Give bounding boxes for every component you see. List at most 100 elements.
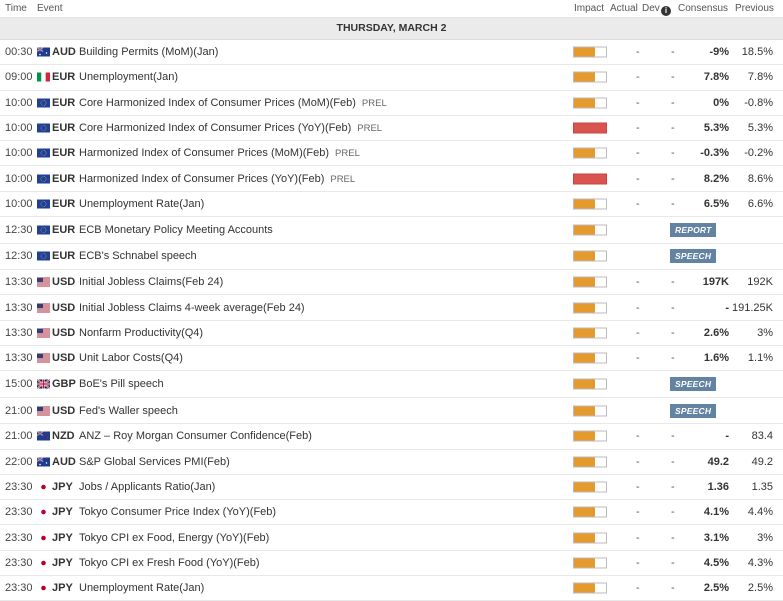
table-row[interactable]: 09:00 EUR Unemployment(Jan) - - 7.8% 7.8%	[0, 65, 783, 91]
impact-bar-medium	[573, 506, 607, 518]
gb-flag-icon	[37, 379, 50, 389]
event-time: 23:30	[5, 506, 33, 519]
speech-tag[interactable]: SPEECH	[670, 403, 717, 418]
event-name-link[interactable]: Core Harmonized Index of Consumer Prices…	[79, 97, 387, 109]
impact-bar-high	[573, 173, 607, 185]
currency-code: USD	[52, 301, 76, 314]
previous-value: 3%	[757, 531, 773, 544]
it-flag-icon	[37, 72, 50, 82]
currency-code: JPY	[52, 481, 73, 493]
currency-code: EUR	[52, 96, 76, 109]
table-row[interactable]: 10:00 EUR Core Harmonized Index of Consume…	[0, 90, 783, 116]
table-row[interactable]: 13:30 USD Nonfarm Productivity(Q4) - - 2.6% 3%	[0, 320, 783, 346]
event-name-link[interactable]: ECB Monetary Policy Meeting Accounts	[79, 224, 273, 236]
event-name-link[interactable]: Unemployment(Jan)	[79, 71, 178, 83]
currency-code: NZD	[52, 430, 75, 443]
table-row[interactable]: 23:30 JPY Tokyo Consumer Price Index (YoY)…	[0, 500, 783, 526]
us-flag-icon	[37, 277, 50, 287]
eu-flag-icon	[37, 251, 50, 261]
previous-value: 5.3%	[747, 122, 773, 135]
impact-bar-medium	[573, 46, 607, 58]
actual-value: -	[636, 147, 640, 160]
previous-value: 1.35	[751, 481, 773, 493]
event-time: 10:00	[5, 122, 33, 135]
event-time: 13:30	[5, 301, 33, 314]
event-name-link[interactable]: Building Permits (MoM)(Jan)	[79, 46, 218, 58]
table-row[interactable]: 10:00 EUR Unemployment Rate(Jan) - - 6.5% 6.6%	[0, 191, 783, 218]
event-time: 12:30	[5, 250, 33, 263]
us-flag-icon	[37, 303, 50, 313]
event-name: Fed's Waller speech	[79, 404, 178, 417]
event-name-link[interactable]: Tokyo CPI ex Fresh Food (YoY)(Feb)	[79, 557, 260, 569]
table-row[interactable]: 13:30 USD Initial Jobless Claims(Feb 24) - -…	[0, 270, 783, 296]
event-name-link[interactable]: Unit Labor Costs(Q4)	[79, 352, 183, 364]
dev-value: -	[671, 71, 675, 84]
event-name-link[interactable]: Harmonized Index of Consumer Prices (MoM…	[79, 147, 360, 159]
table-row[interactable]: 00:30 AUD Building Permits (MoM)(Jan) - - -9%…	[0, 40, 783, 66]
consensus-value: 4.5%	[703, 556, 729, 569]
jp-flag-icon	[37, 507, 50, 517]
impact-bar-high	[573, 122, 607, 134]
event-name-link[interactable]: Jobs / Applicants Ratio(Jan)	[79, 481, 215, 493]
dev-value: -	[671, 556, 675, 569]
event-name-link[interactable]: Initial Jobless Claims 4-week average(Fe…	[79, 302, 305, 314]
event-name-link[interactable]: S&P Global Services PMI(Feb)	[79, 456, 230, 468]
event-name-link[interactable]: Unemployment Rate(Jan)	[79, 582, 204, 594]
impact-bar-medium	[573, 557, 607, 569]
event-name-link[interactable]: Tokyo CPI ex Food, Energy (YoY)(Feb)	[79, 532, 269, 544]
table-row[interactable]: 23:30 JPY Unemployment Rate(Jan) - - 2.5% 2.5%	[0, 576, 783, 601]
event-name-link[interactable]: BoE's Pill speech	[79, 378, 164, 390]
table-row[interactable]: 22:00 AUD S&P Global Services PMI(Feb) - - 49…	[0, 449, 783, 475]
currency-code: EUR	[52, 122, 76, 135]
impact-bar-medium	[573, 224, 607, 236]
dev-value: -	[671, 276, 675, 289]
table-row[interactable]: 13:30 USD Initial Jobless Claims 4-week av…	[0, 295, 783, 321]
eu-flag-icon	[37, 148, 50, 158]
actual-value: -	[636, 582, 640, 595]
event-name-link[interactable]: ANZ – Roy Morgan Consumer Confidence(Feb…	[79, 430, 312, 442]
previous-value: 3%	[757, 326, 773, 339]
event-name-link[interactable]: Unemployment Rate(Jan)	[79, 198, 204, 210]
consensus-value: -0.3%	[700, 147, 729, 160]
consensus-value: 7.8%	[703, 71, 729, 84]
table-row[interactable]: 13:30 USD Unit Labor Costs(Q4) - - 1.6% 1.1%	[0, 345, 783, 372]
table-row[interactable]: 12:30 EUR ECB's Schnabel speech SPEECH	[0, 243, 783, 271]
previous-value: 6.6%	[747, 197, 773, 210]
header-consensus: Consensus	[678, 3, 729, 14]
speech-tag[interactable]: SPEECH	[670, 249, 717, 264]
currency-code: USD	[52, 404, 76, 417]
event-name-link[interactable]: Tokyo Consumer Price Index (YoY)(Feb)	[79, 506, 276, 518]
event-name: ANZ – Roy Morgan Consumer Confidence(Feb…	[79, 430, 312, 443]
impact-bar-medium	[573, 532, 607, 544]
event-name: Initial Jobless Claims(Feb 24)	[79, 276, 224, 289]
event-name-link[interactable]: ECB's Schnabel speech	[79, 250, 197, 262]
event-name-link[interactable]: Fed's Waller speech	[79, 405, 178, 417]
currency-code: JPY	[52, 531, 73, 544]
nz-flag-icon	[37, 431, 50, 441]
table-row[interactable]: 23:30 JPY Tokyo CPI ex Food, Energy (YoY)(…	[0, 525, 783, 551]
report-tag[interactable]: REPORT	[670, 222, 717, 237]
event-name-link[interactable]: Initial Jobless Claims(Feb 24)	[79, 276, 223, 288]
event-time: 13:30	[5, 326, 33, 339]
consensus-value: 0%	[713, 96, 729, 109]
table-row[interactable]: 10:00 EUR Core Harmonized Index of Consume…	[0, 115, 783, 142]
actual-value: -	[636, 352, 640, 365]
table-row[interactable]: 23:30 JPY Jobs / Applicants Ratio(Jan) - - 1.…	[0, 474, 783, 501]
table-row[interactable]: 23:30 JPY Tokyo CPI ex Fresh Food (YoY)(Fe…	[0, 550, 783, 577]
table-row[interactable]: 10:00 EUR Harmonized Index of Consumer Pri…	[0, 166, 783, 192]
event-name-link[interactable]: Nonfarm Productivity(Q4)	[79, 327, 203, 339]
speech-tag[interactable]: SPEECH	[670, 377, 717, 392]
event-name: Unit Labor Costs(Q4)	[79, 352, 183, 365]
currency-code: EUR	[52, 197, 76, 210]
event-name-link[interactable]: Harmonized Index of Consumer Prices (YoY…	[79, 173, 355, 185]
table-row[interactable]: 21:00 NZD ANZ – Roy Morgan Consumer Confid…	[0, 424, 783, 450]
currency-code: USD	[52, 326, 76, 339]
event-name: Tokyo Consumer Price Index (YoY)(Feb)	[79, 506, 277, 519]
table-row[interactable]: 21:00 USD Fed's Waller speech SPEECH	[0, 397, 783, 425]
event-name-link[interactable]: Core Harmonized Index of Consumer Prices…	[79, 122, 382, 134]
table-row[interactable]: 10:00 EUR Harmonized Index of Consumer Pri…	[0, 141, 783, 167]
event-name: Harmonized Index of Consumer Prices (YoY…	[79, 172, 325, 185]
table-row[interactable]: 15:00 GBP BoE's Pill speech SPEECH	[0, 371, 783, 398]
table-row[interactable]: 12:30 EUR ECB Monetary Policy Meeting Acco…	[0, 217, 783, 244]
prel-label: PREL	[330, 173, 356, 185]
